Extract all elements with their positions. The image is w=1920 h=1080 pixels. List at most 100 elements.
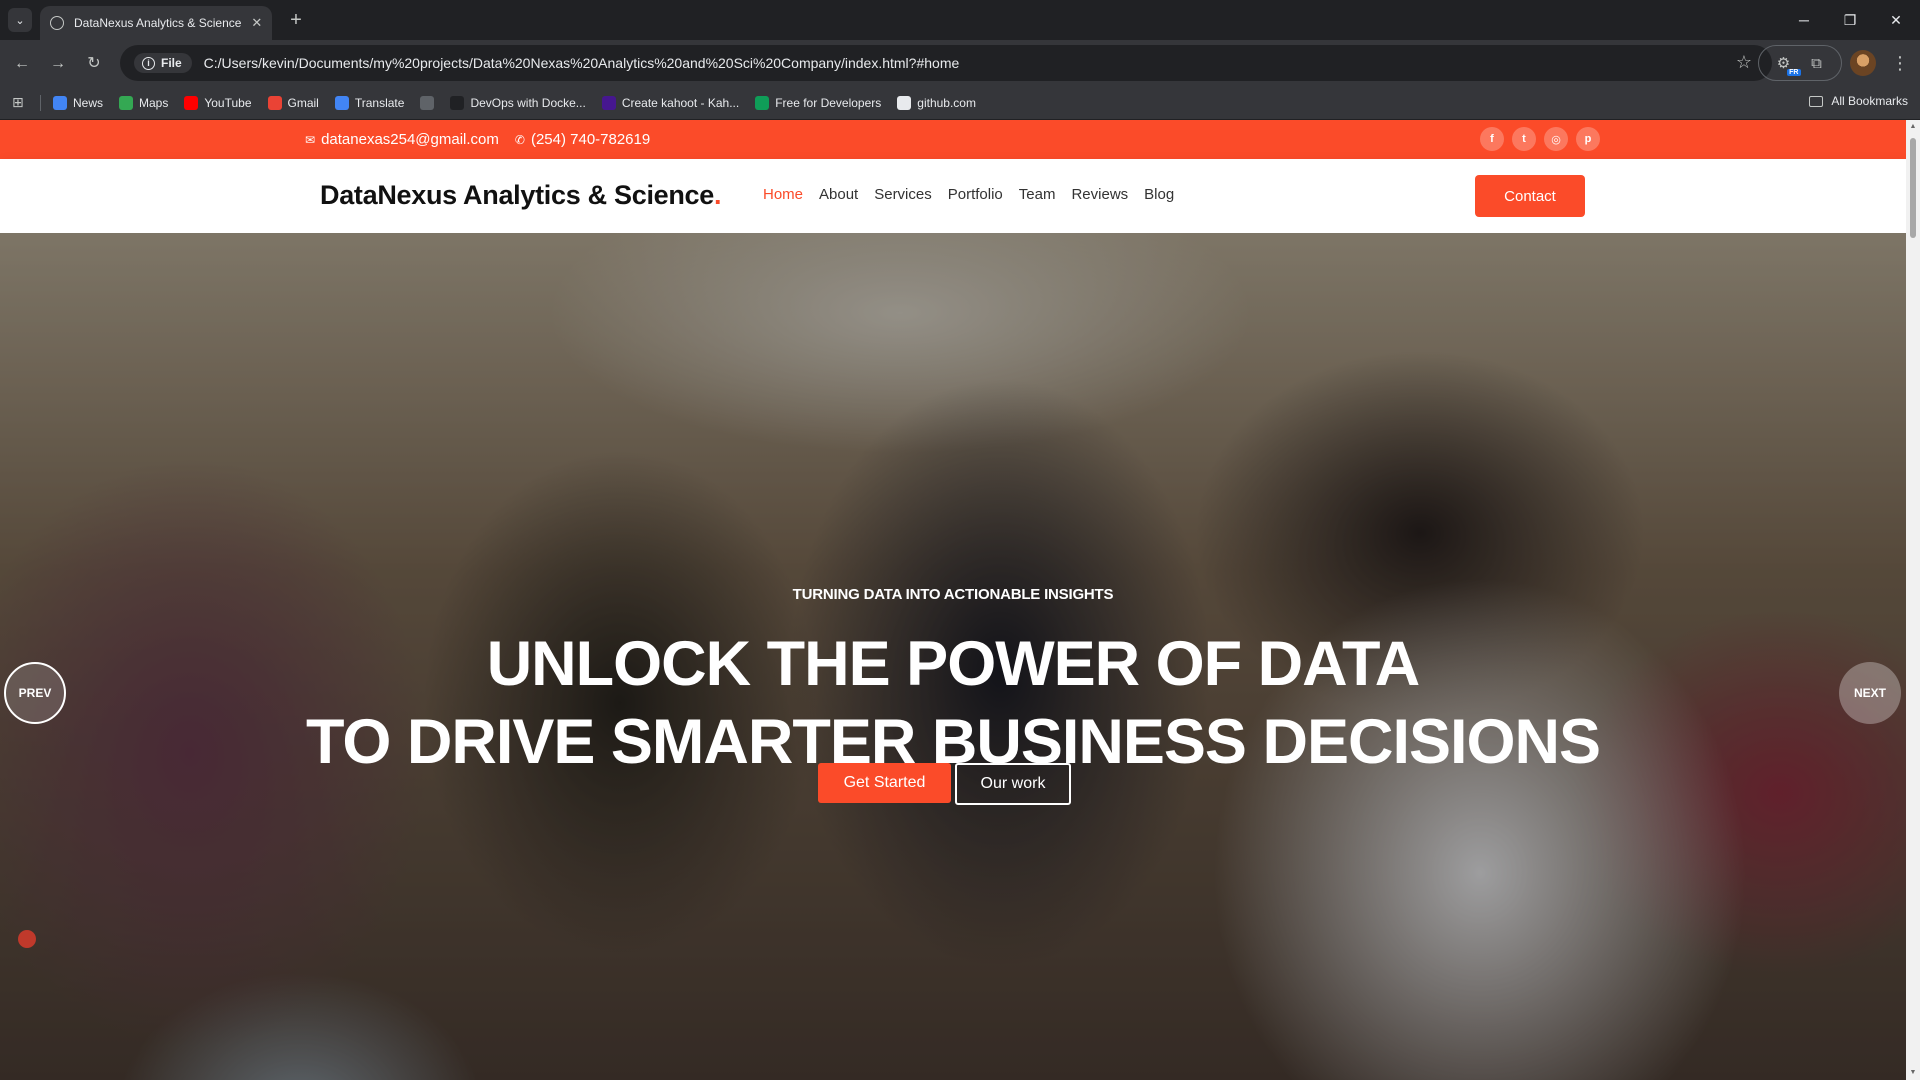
envelope-icon: ✉ — [305, 132, 316, 147]
folder-icon — [1809, 95, 1824, 107]
hero-slider: TURNING DATA INTO ACTIONABLE INSIGHTS UN… — [0, 233, 1906, 1080]
forward-button[interactable]: → — [46, 52, 70, 76]
email-link[interactable]: ✉ datanexas254@gmail.com — [305, 131, 499, 148]
bookmark-list: News Maps YouTube Gmail Translate DevOps with… — [53, 95, 992, 110]
translate-extension-icon[interactable]: ⚙ FR — [1773, 54, 1801, 76]
twitter-icon[interactable]: t — [1512, 127, 1536, 151]
free-dev-icon — [755, 95, 770, 110]
address-bar[interactable]: i File C:/Users/kevin/Documents/my%20pro… — [120, 45, 1772, 81]
tab-strip: ⌄ DataNexus Analytics & Science ✕ + ─ ❐ … — [0, 0, 1920, 40]
bookmark-label: News — [73, 95, 104, 110]
scroll-up-icon[interactable]: ▲ — [1906, 120, 1920, 134]
strawberry-icon — [18, 930, 36, 948]
bookmark-item[interactable]: Free for Developers — [755, 95, 882, 110]
new-tab-button[interactable]: + — [284, 8, 308, 32]
all-bookmarks-label: All Bookmarks — [1831, 94, 1908, 108]
logo-dot: . — [713, 180, 722, 210]
hero-title-line1: UNLOCK THE POWER OF DATA — [486, 629, 1421, 699]
maps-icon — [119, 95, 134, 110]
pinterest-icon[interactable]: p — [1576, 127, 1600, 151]
nav-link-services[interactable]: Services — [874, 186, 932, 203]
gmail-icon — [267, 95, 282, 110]
bookmarks-bar: ⊞ News Maps YouTube Gmail Translate DevOps wi… — [0, 86, 1920, 120]
page-viewport: ✉ datanexas254@gmail.com ✆ (254) 740-782… — [0, 120, 1920, 1080]
phone-link[interactable]: ✆ (254) 740-782619 — [515, 131, 650, 148]
all-bookmarks-button[interactable]: All Bookmarks — [1809, 94, 1908, 108]
site-logo[interactable]: DataNexus Analytics & Science. — [320, 180, 721, 211]
browser-tab-active[interactable]: DataNexus Analytics & Science ✕ — [40, 6, 272, 40]
extension-badge: FR — [1787, 69, 1801, 76]
extensions-area: ⚙ FR ⧉ — [1758, 45, 1842, 81]
close-window-button[interactable]: ✕ — [1884, 8, 1908, 32]
youtube-icon — [184, 95, 199, 110]
phone-icon: ✆ — [514, 132, 525, 147]
url-text[interactable]: C:/Users/kevin/Documents/my%20projects/D… — [204, 55, 960, 71]
hero-title: UNLOCK THE POWER OF DATA TO DRIVE SMARTE… — [0, 625, 1906, 781]
minimize-button[interactable]: ─ — [1792, 8, 1816, 32]
bookmark-item[interactable]: DevOps with Docke... — [450, 95, 586, 110]
apps-grid-icon[interactable]: ⊞ — [12, 94, 28, 111]
main-nav: Home About Services Portfolio Team Reviews Blo… — [763, 186, 1174, 203]
globe-icon — [420, 95, 435, 110]
kahoot-icon — [601, 95, 616, 110]
bookmark-label: Gmail — [287, 95, 319, 110]
devops-icon — [450, 95, 465, 110]
phone-text: (254) 740-782619 — [530, 131, 651, 148]
bookmark-item[interactable]: News — [53, 95, 104, 110]
info-icon: i — [142, 56, 155, 70]
bookmark-item[interactable]: Translate — [334, 95, 405, 110]
chevron-down-icon: ⌄ — [15, 14, 25, 27]
translate-icon — [334, 95, 349, 110]
menu-dots-icon[interactable]: ⋮ — [1888, 52, 1912, 74]
instagram-icon[interactable]: ◎ — [1544, 127, 1568, 151]
top-contact-bar: ✉ datanexas254@gmail.com ✆ (254) 740-782… — [0, 120, 1906, 159]
puzzle-icon[interactable]: ⧉ — [1806, 55, 1828, 72]
hero-buttons: Get Started Our work — [818, 763, 1071, 805]
bookmark-label: YouTube — [204, 95, 252, 110]
restore-button[interactable]: ❐ — [1838, 8, 1862, 32]
github-icon — [897, 95, 912, 110]
our-work-button[interactable]: Our work — [955, 763, 1071, 805]
carousel-prev-button[interactable]: PREV — [4, 662, 66, 724]
tab-title: DataNexus Analytics & Science — [74, 16, 242, 30]
bookmark-label: github.com — [917, 95, 976, 110]
bookmark-label: Free for Developers — [775, 95, 882, 110]
contact-button[interactable]: Contact — [1475, 175, 1585, 217]
site-info-chip[interactable]: i File — [134, 53, 192, 73]
close-icon[interactable]: ✕ — [251, 15, 262, 31]
nav-link-home[interactable]: Home — [763, 186, 803, 203]
page-scrollbar[interactable]: ▲ ▼ — [1906, 120, 1920, 1080]
bookmark-star-icon[interactable]: ☆ — [1736, 52, 1752, 73]
reload-button[interactable]: ↻ — [82, 52, 106, 76]
bookmarks-divider — [40, 94, 41, 111]
carousel-next-button[interactable]: NEXT — [1839, 662, 1901, 724]
hero-subtitle: TURNING DATA INTO ACTIONABLE INSIGHTS — [792, 586, 1114, 603]
bookmark-item[interactable]: github.com — [897, 95, 976, 110]
tab-search-button[interactable]: ⌄ — [8, 8, 32, 32]
bookmark-label: Maps — [139, 95, 169, 110]
nav-link-blog[interactable]: Blog — [1144, 186, 1174, 203]
scrollbar-thumb[interactable] — [1910, 138, 1916, 238]
site-header: DataNexus Analytics & Science. Home About… — [0, 159, 1906, 233]
nav-link-reviews[interactable]: Reviews — [1071, 186, 1128, 203]
browser-toolbar: ← → ↻ i File C:/Users/kevin/Documents/my… — [0, 40, 1920, 86]
news-icon — [53, 95, 67, 110]
bookmark-item[interactable]: Maps — [119, 95, 169, 110]
get-started-button[interactable]: Get Started — [818, 763, 951, 803]
scroll-down-icon[interactable]: ▼ — [1906, 1066, 1920, 1080]
nav-link-team[interactable]: Team — [1019, 186, 1056, 203]
back-button[interactable]: ← — [10, 52, 34, 76]
facebook-icon[interactable]: f — [1480, 127, 1504, 151]
email-text: datanexas254@gmail.com — [321, 131, 499, 148]
bookmark-item[interactable]: Gmail — [267, 95, 319, 110]
bookmark-item[interactable] — [420, 95, 435, 110]
social-links: f t ◎ p — [1480, 127, 1600, 151]
bookmark-item[interactable]: Create kahoot - Kah... — [601, 95, 739, 110]
bookmark-item[interactable]: YouTube — [184, 95, 252, 110]
profile-avatar[interactable] — [1850, 50, 1876, 76]
nav-link-about[interactable]: About — [819, 186, 858, 203]
logo-text: DataNexus Analytics & Science — [320, 180, 714, 210]
chip-label: File — [161, 56, 182, 70]
nav-link-portfolio[interactable]: Portfolio — [948, 186, 1003, 203]
bookmark-label: Translate — [354, 95, 405, 110]
